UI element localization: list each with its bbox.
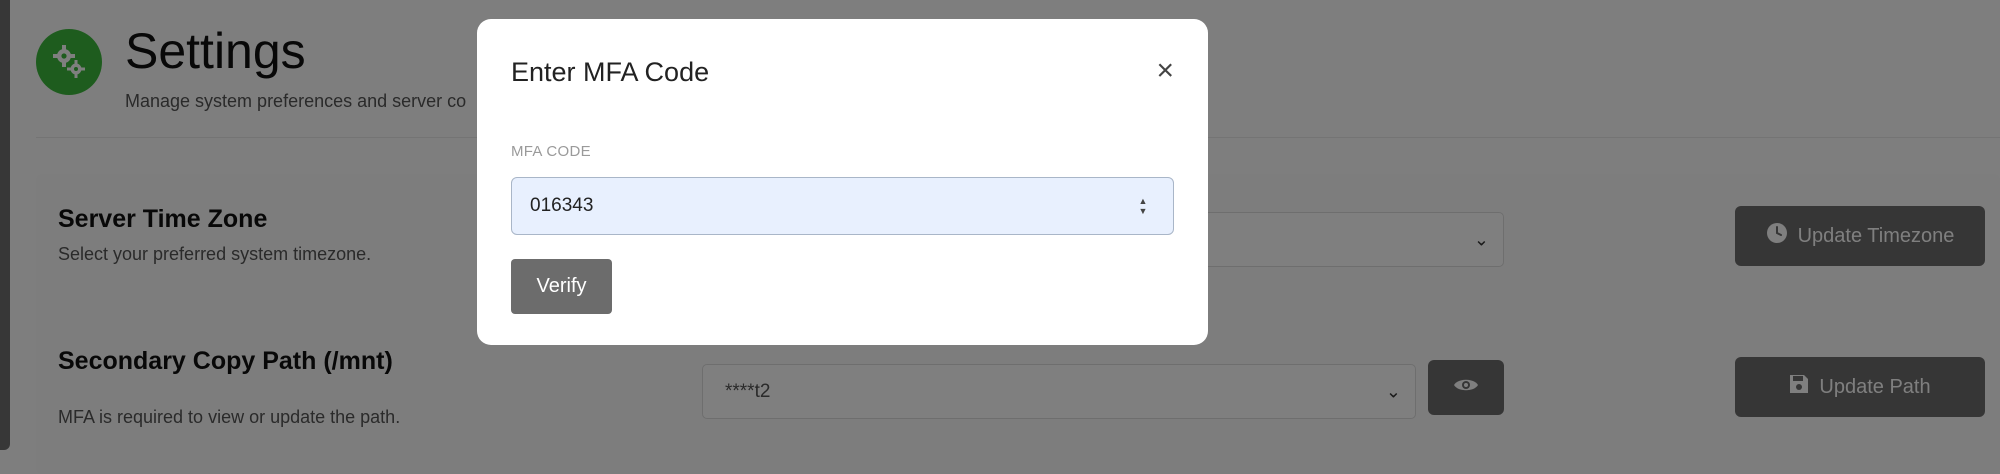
number-stepper[interactable]: ▲ ▼	[1132, 194, 1154, 218]
close-icon[interactable]: ×	[1156, 56, 1174, 86]
verify-button[interactable]: Verify	[511, 259, 612, 314]
stepper-up-icon[interactable]: ▲	[1139, 196, 1148, 206]
modal-title: Enter MFA Code	[511, 57, 710, 87]
stepper-down-icon[interactable]: ▼	[1139, 206, 1148, 216]
mfa-modal: Enter MFA Code × MFA CODE ▲ ▼ Verify	[477, 19, 1208, 345]
mfa-code-input[interactable]	[511, 177, 1174, 235]
mfa-code-label: MFA CODE	[511, 143, 591, 160]
